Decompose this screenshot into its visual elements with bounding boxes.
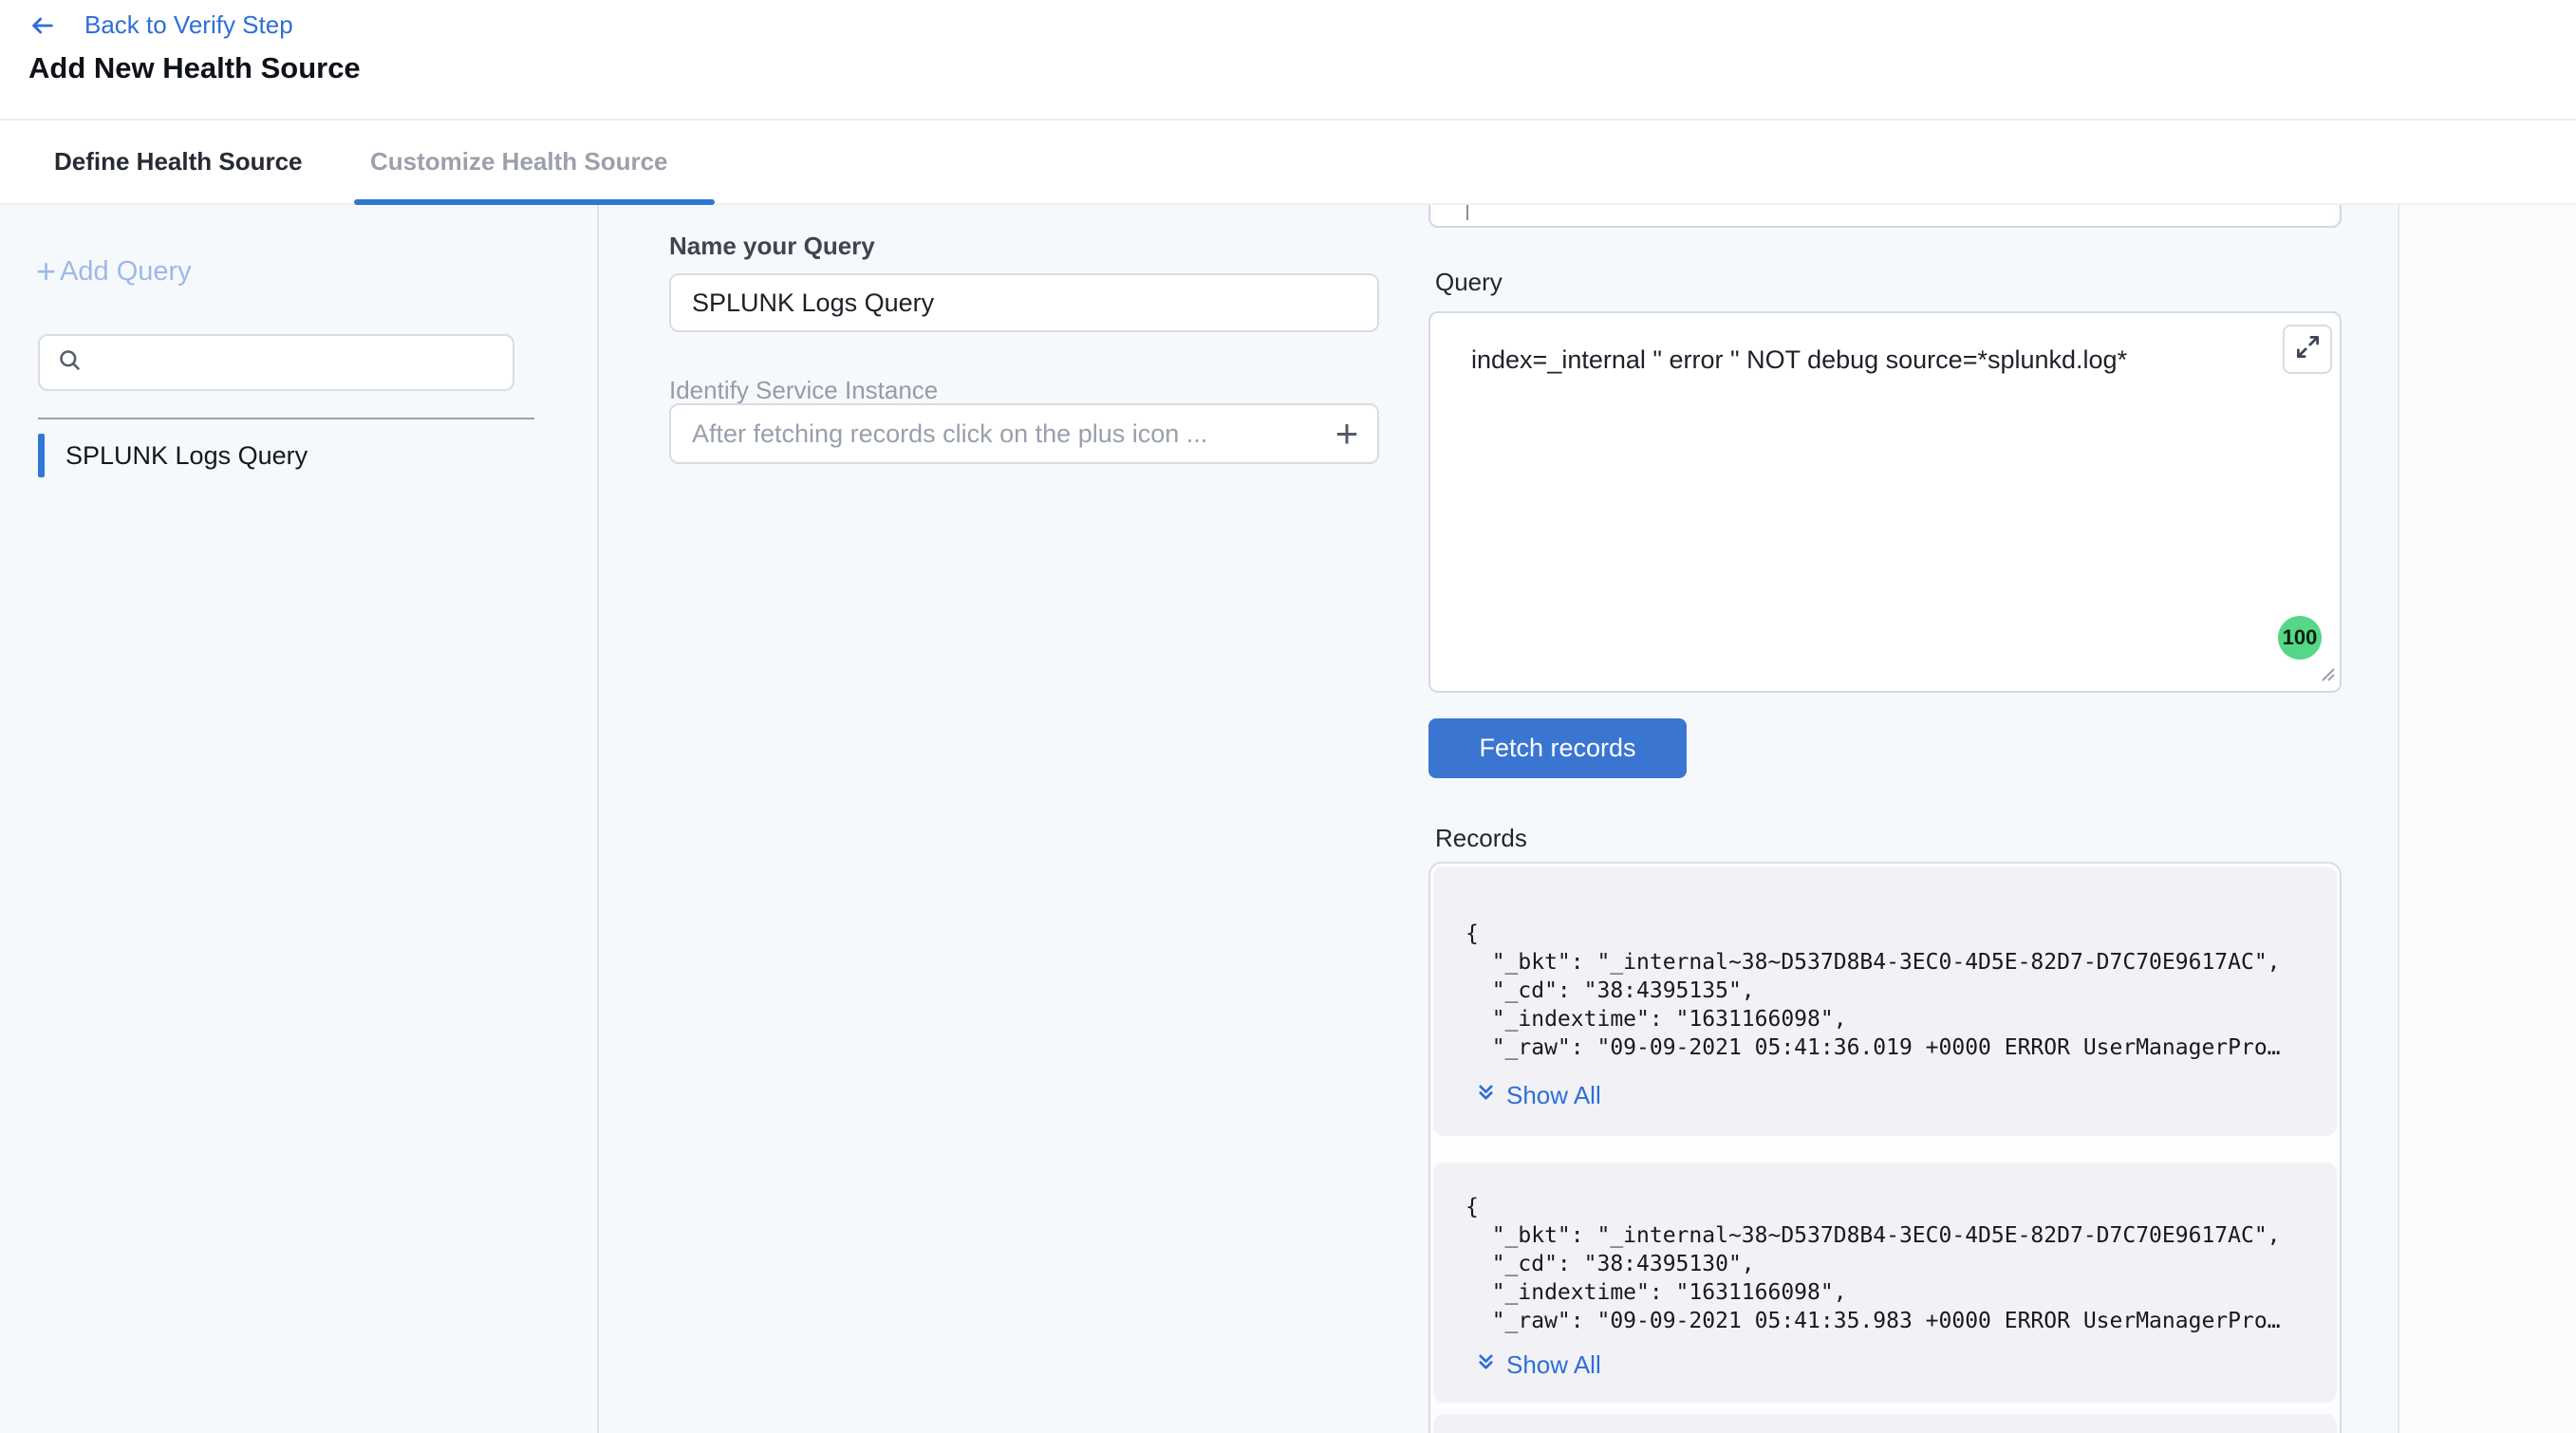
- query-textarea[interactable]: index=_internal " error " NOT debug sour…: [1428, 311, 2342, 693]
- query-item-label: SPLUNK Logs Query: [65, 441, 308, 471]
- right-edge-strip: [2399, 205, 2576, 1433]
- text-cursor: [1466, 205, 1468, 220]
- page-header: Back to Verify Step Add New Health Sourc…: [0, 0, 2576, 119]
- tab-customize-health-source[interactable]: Customize Health Source: [370, 121, 668, 203]
- tab-bar: Define Health Source Customize Health So…: [0, 119, 2576, 205]
- service-instance-input[interactable]: [671, 419, 1316, 449]
- record-card: { "_bkt": "_internal~38~D537D8B4-3EC0-4D…: [1433, 1163, 2337, 1403]
- record-json: { "_bkt": "_internal~38~D537D8B4-3EC0-4D…: [1465, 866, 2337, 1062]
- expand-query-button[interactable]: [2283, 325, 2332, 374]
- record-json: { "_bkt": "_internal~38~D537D8B4-3EC0-4D…: [1465, 1163, 2337, 1335]
- search-input[interactable]: [96, 348, 495, 378]
- selected-indicator-bar: [38, 434, 45, 477]
- plus-icon: +: [36, 254, 56, 288]
- record-card: { "_bkt": "_internal~38~D537D8B4-3EC0-4D…: [1433, 866, 2337, 1136]
- fetch-records-button[interactable]: Fetch records: [1428, 718, 1687, 778]
- query-search-box[interactable]: [38, 334, 514, 391]
- record-card-partial: [1433, 1414, 2337, 1433]
- sidebar-item-splunk-logs-query[interactable]: SPLUNK Logs Query: [38, 433, 308, 478]
- records-container: { "_bkt": "_internal~38~D537D8B4-3EC0-4D…: [1428, 862, 2342, 1433]
- double-chevron-down-icon: [1475, 1350, 1497, 1380]
- back-to-verify-step-link[interactable]: Back to Verify Step: [29, 10, 293, 40]
- page-title: Add New Health Source: [28, 51, 361, 85]
- record-count-badge: 100: [2278, 616, 2322, 660]
- show-all-label: Show All: [1506, 1350, 1601, 1380]
- resize-handle-icon[interactable]: [2315, 661, 2336, 687]
- service-instance-plus-button[interactable]: +: [1316, 405, 1377, 462]
- name-your-query-label: Name your Query: [669, 232, 875, 261]
- show-all-link[interactable]: Show All: [1475, 1081, 1601, 1110]
- add-query-button[interactable]: + Add Query: [36, 254, 192, 288]
- search-icon: [57, 347, 83, 378]
- query-text: index=_internal " error " NOT debug sour…: [1471, 345, 2226, 375]
- double-chevron-down-icon: [1475, 1081, 1497, 1110]
- service-instance-field: +: [669, 403, 1379, 464]
- arrow-left-icon: [29, 12, 56, 39]
- back-link-label: Back to Verify Step: [84, 10, 293, 40]
- query-name-input[interactable]: [669, 273, 1379, 332]
- query-label: Query: [1435, 268, 1503, 297]
- records-label: Records: [1435, 824, 1527, 853]
- add-query-label: Add Query: [60, 256, 192, 288]
- add-health-source-page: Back to Verify Step Add New Health Sourc…: [0, 0, 2576, 1433]
- show-all-link[interactable]: Show All: [1475, 1350, 1601, 1380]
- query-sidebar: + Add Query SPLUNK Logs Query: [0, 205, 599, 1433]
- show-all-label: Show All: [1506, 1081, 1601, 1110]
- tab-define-health-source[interactable]: Define Health Source: [54, 121, 303, 203]
- truncated-top-field[interactable]: [1428, 205, 2342, 228]
- maximize-icon: [2295, 334, 2321, 364]
- content-area: + Add Query SPLUNK Logs Query Name your …: [0, 205, 2576, 1433]
- sidebar-divider: [38, 418, 534, 419]
- identify-service-instance-label: Identify Service Instance: [669, 376, 938, 405]
